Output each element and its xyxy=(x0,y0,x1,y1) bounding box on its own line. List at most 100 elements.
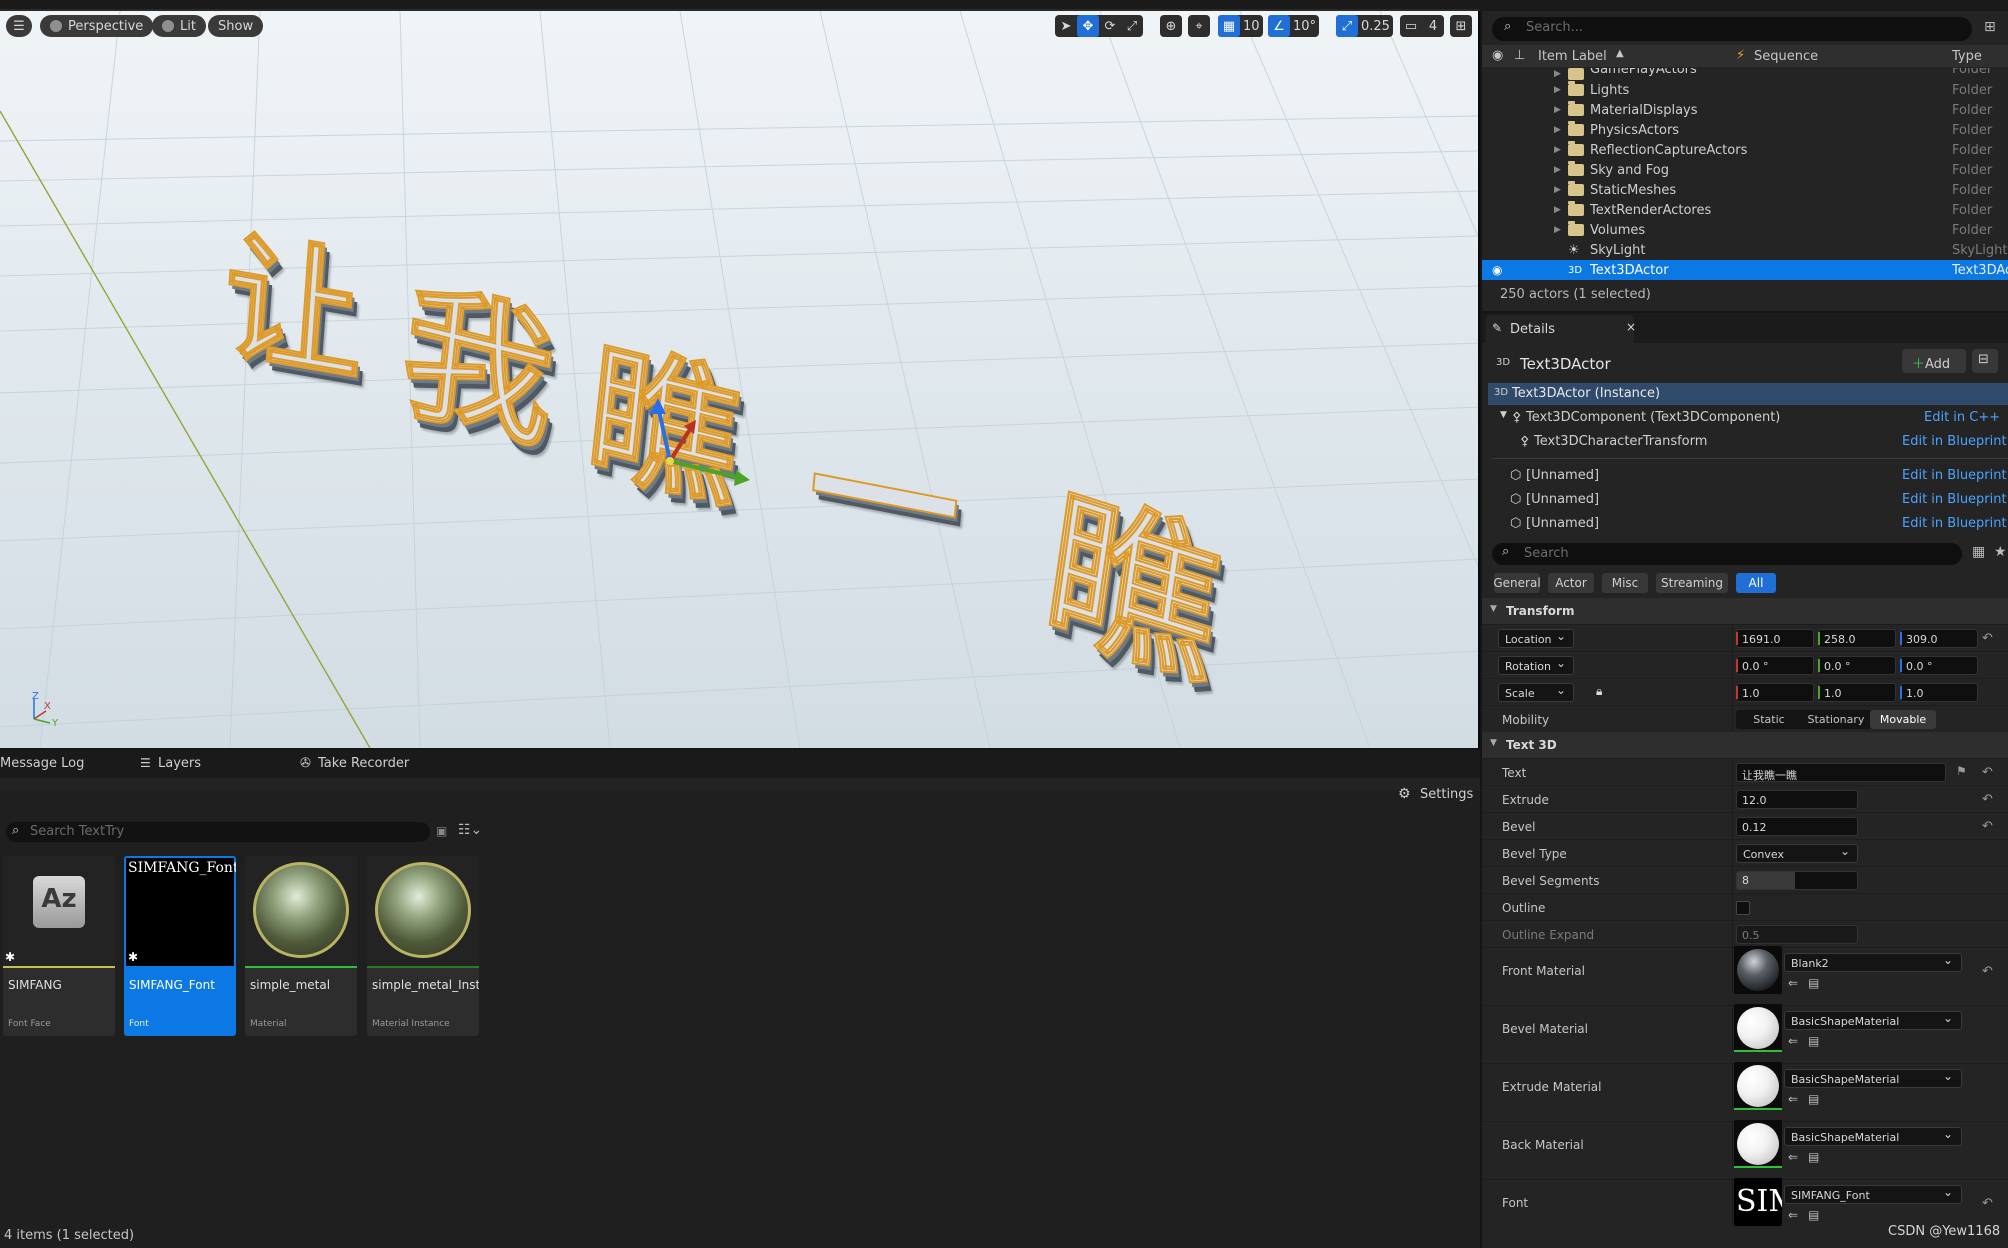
outliner-row-staticmeshes[interactable]: ▶ StaticMeshes Folder xyxy=(1482,180,2008,200)
sequence-column[interactable]: Sequence xyxy=(1754,49,1818,64)
column-splitter[interactable] xyxy=(1732,1180,1733,1224)
use-selected-icon[interactable]: ⇐ xyxy=(1788,1092,1802,1106)
reset-to-default-icon[interactable]: ↶ xyxy=(1982,792,1993,807)
column-splitter[interactable] xyxy=(1732,894,1733,920)
column-splitter[interactable] xyxy=(1732,813,1733,839)
scale-snap[interactable]: ⤢ 0.25 xyxy=(1336,15,1393,37)
rotation-snap[interactable]: ∠ 10° xyxy=(1268,15,1320,37)
show-button[interactable]: Show xyxy=(208,15,264,37)
edit-in-blueprint-link[interactable]: Edit in Blueprint xyxy=(1902,516,2007,531)
column-splitter[interactable] xyxy=(1732,679,1733,705)
text-input[interactable]: 让我瞧一瞧 xyxy=(1736,763,1946,782)
blueprint-options-button[interactable]: ⊟ xyxy=(1972,349,1998,373)
scale-dropdown[interactable]: Scale xyxy=(1498,683,1574,702)
expand-arrow-icon[interactable]: ▶ xyxy=(1554,85,1561,95)
outliner-row-gameplayactors[interactable]: ▶ GamePlayActors Folder xyxy=(1482,68,2008,80)
component-row-charactertransform[interactable]: ⚴ Text3DCharacterTransform Edit in Bluep… xyxy=(1482,431,2008,453)
column-splitter[interactable] xyxy=(1732,786,1733,812)
outliner-row-physicsactors[interactable]: ▶ PhysicsActors Folder xyxy=(1482,120,2008,140)
message-log-tab[interactable]: Message Log xyxy=(0,756,84,771)
outliner-row-reflectioncaptureactors[interactable]: ▶ ReflectionCaptureActors Folder xyxy=(1482,140,2008,160)
gear-icon[interactable]: ⚙ xyxy=(1398,786,1411,802)
transform-section-header[interactable]: ▼ Transform xyxy=(1482,598,2008,624)
reset-to-default-icon[interactable]: ↶ xyxy=(1982,819,1993,834)
scene-text3d-char-1[interactable]: 让 xyxy=(218,185,372,409)
scene-text3d-char-4[interactable]: 一 xyxy=(801,368,969,611)
outliner-row-volumes[interactable]: ▶ Volumes Folder xyxy=(1482,220,2008,240)
move-tool-icon[interactable]: ✥ xyxy=(1077,15,1099,37)
save-search-icon[interactable]: ▣ xyxy=(436,824,447,838)
extrude-input[interactable]: 12.0 xyxy=(1736,790,1858,809)
font-thumbnail[interactable]: SIM xyxy=(1734,1178,1782,1226)
asset-simple-metal-inst[interactable]: simple_metal_Inst Material Instance xyxy=(367,856,479,1036)
scale-tool-icon[interactable]: ⤢ xyxy=(1121,15,1143,37)
mobility-static[interactable]: Static xyxy=(1736,710,1802,729)
use-selected-icon[interactable]: ⇐ xyxy=(1788,1150,1802,1164)
reset-to-default-icon[interactable]: ↶ xyxy=(1982,1196,1993,1211)
font-dropdown[interactable]: SIMFANG_Font xyxy=(1784,1185,1962,1204)
grid-snap[interactable]: ▦ 10 xyxy=(1218,15,1263,37)
visibility-eye-icon[interactable]: ◉ xyxy=(1492,263,1502,277)
expand-arrow-icon[interactable]: ▶ xyxy=(1554,69,1561,79)
scale-y-input[interactable]: 1.0 xyxy=(1818,683,1896,702)
expand-arrow-icon[interactable]: ▶ xyxy=(1554,225,1561,235)
viewport-layout-button[interactable]: ⊞ xyxy=(1450,15,1472,37)
settings-button[interactable]: Settings xyxy=(1420,787,1473,802)
column-splitter[interactable] xyxy=(1732,948,1733,992)
item-label-column[interactable]: Item Label xyxy=(1538,49,1607,64)
layers-tab[interactable]: Layers xyxy=(158,756,201,771)
component-row-instance[interactable]: 3D Text3DActor (Instance) xyxy=(1488,383,2008,405)
scale-z-input[interactable]: 1.0 xyxy=(1900,683,1978,702)
asset-simple-metal[interactable]: simple_metal Material xyxy=(245,856,357,1036)
filter-general[interactable]: General xyxy=(1493,573,1541,593)
expand-arrow-icon[interactable]: ▶ xyxy=(1554,165,1561,175)
column-splitter[interactable] xyxy=(1732,625,1733,651)
rotation-y-input[interactable]: 0.0 ° xyxy=(1818,656,1896,675)
front-material-dropdown[interactable]: Blank2 xyxy=(1784,953,1962,972)
transform-tools[interactable]: ➤ ✥ ⟳ ⤢ xyxy=(1055,15,1143,37)
component-row-unnamed-2[interactable]: ⬡ [Unnamed] Edit in Blueprint xyxy=(1482,489,2008,511)
column-splitter[interactable] xyxy=(1732,1064,1733,1108)
location-z-input[interactable]: 309.0 xyxy=(1900,629,1978,648)
column-splitter[interactable] xyxy=(1732,652,1733,678)
extrude-material-thumbnail[interactable] xyxy=(1734,1062,1782,1110)
bevel-segments-slider[interactable]: 8 xyxy=(1736,871,1858,890)
camera-speed[interactable]: ▭ 4 xyxy=(1400,15,1444,37)
outliner-row-lights[interactable]: ▶ Lights Folder xyxy=(1482,80,2008,100)
details-search-input[interactable]: ⌕ Search xyxy=(1492,543,1962,565)
add-filter-icon[interactable]: ⊞ xyxy=(1984,19,1996,35)
location-dropdown[interactable]: Location xyxy=(1498,629,1574,648)
edit-in-blueprint-link[interactable]: Edit in Blueprint xyxy=(1902,468,2007,483)
outliner-row-textrenderactores[interactable]: ▶ TextRenderActores Folder xyxy=(1482,200,2008,220)
mobility-stationary[interactable]: Stationary xyxy=(1802,710,1870,729)
component-row-unnamed-1[interactable]: ⬡ [Unnamed] Edit in Blueprint xyxy=(1482,465,2008,487)
text3d-section-header[interactable]: ▼ Text 3D xyxy=(1482,732,2008,758)
viewport-menu-button[interactable]: ☰ xyxy=(6,15,32,37)
column-splitter[interactable] xyxy=(1732,706,1733,732)
scene-text3d-char-2[interactable]: 我 xyxy=(394,230,566,479)
filter-icon[interactable]: ☷⌄ xyxy=(458,822,482,838)
perspective-button[interactable]: Perspective xyxy=(40,15,154,37)
column-splitter[interactable] xyxy=(1732,1006,1733,1050)
column-splitter[interactable] xyxy=(1732,840,1733,866)
outliner-row-materialdisplays[interactable]: ▶ MaterialDisplays Folder xyxy=(1482,100,2008,120)
surface-snap-toggle[interactable]: ⌖ xyxy=(1188,15,1210,37)
column-splitter[interactable] xyxy=(1732,867,1733,893)
edit-in-blueprint-link[interactable]: Edit in Blueprint xyxy=(1902,434,2007,449)
filter-misc[interactable]: Misc xyxy=(1602,573,1648,593)
details-tab[interactable]: ✎ Details × xyxy=(1486,315,1636,343)
world-local-toggle[interactable]: ⊕ xyxy=(1160,15,1182,37)
edit-in-cpp-link[interactable]: Edit in C++ xyxy=(1924,410,2000,425)
bevel-type-dropdown[interactable]: Convex xyxy=(1736,844,1858,863)
filter-all[interactable]: All xyxy=(1736,573,1776,593)
expand-arrow-icon[interactable]: ▶ xyxy=(1554,205,1561,215)
reset-to-default-icon[interactable]: ↶ xyxy=(1982,631,1993,646)
asset-simfang-font[interactable]: SIMFANG_Font ✱ SIMFANG_Font Font xyxy=(124,856,236,1036)
expand-arrow-icon[interactable]: ▶ xyxy=(1554,185,1561,195)
rotation-dropdown[interactable]: Rotation xyxy=(1498,656,1574,675)
type-column[interactable]: Type xyxy=(1952,49,1982,64)
property-matrix-icon[interactable]: ▦ xyxy=(1972,544,1985,560)
outline-checkbox[interactable] xyxy=(1736,901,1750,915)
level-viewport[interactable]: 让 我 瞧 一 瞧 Z X Y ☰ Perspective Lit Show ➤… xyxy=(0,11,1480,748)
scene-text3d-char-5[interactable]: 瞧 xyxy=(1034,429,1237,720)
